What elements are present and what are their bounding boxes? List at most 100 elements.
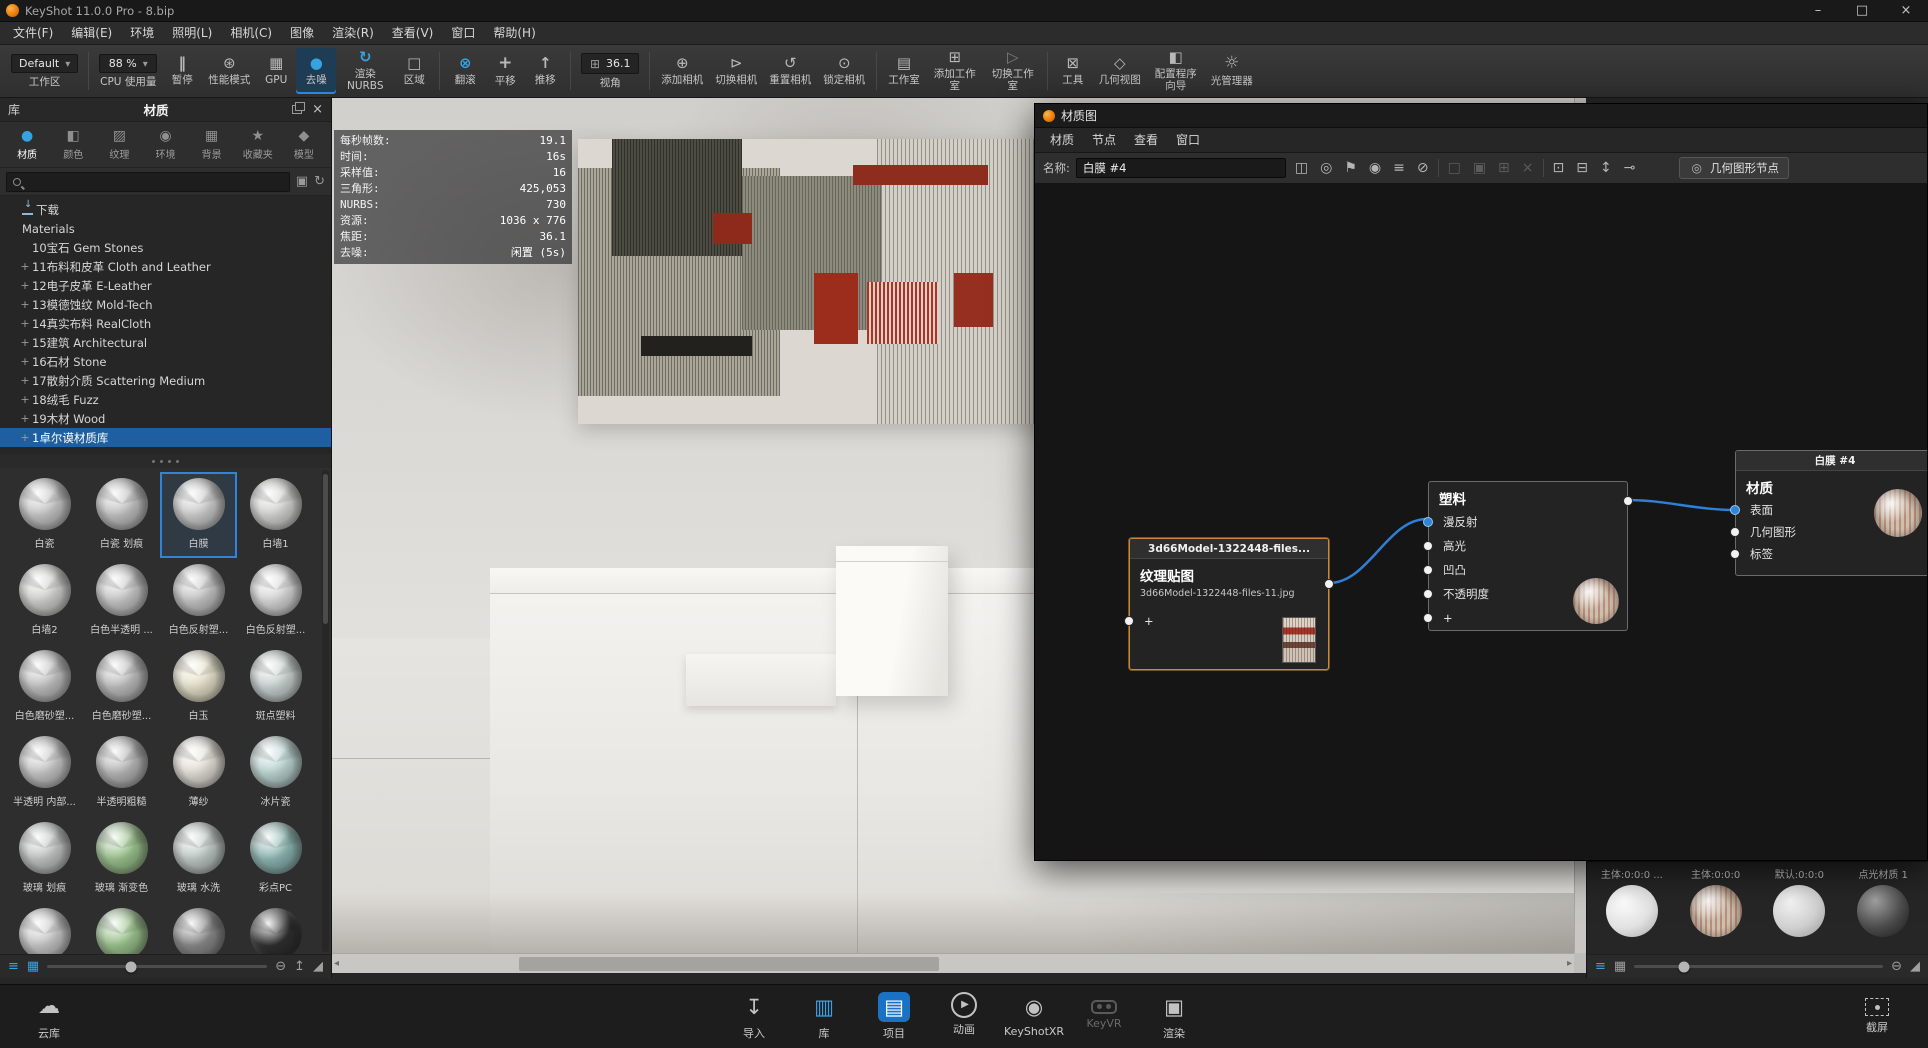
tree-item[interactable]: +14真实布料 RealCloth bbox=[0, 314, 331, 333]
graph-menu-node[interactable]: 节点 bbox=[1083, 128, 1125, 153]
window-titlebar[interactable]: KeyShot 11.0.0 Pro - 8.bip – □ × bbox=[0, 0, 1928, 22]
paste-icon[interactable] bbox=[1470, 160, 1489, 176]
minimize-button[interactable]: – bbox=[1796, 0, 1840, 22]
bin-material[interactable]: 主体:0:0:0 bbox=[1674, 864, 1758, 954]
material-thumb[interactable] bbox=[83, 902, 160, 954]
denoise-button[interactable]: 去噪 bbox=[296, 48, 337, 94]
material-preview-icon[interactable] bbox=[1317, 160, 1335, 176]
studio-button[interactable]: 工作室 bbox=[882, 48, 926, 94]
workspace-selector[interactable]: Default 工作区 bbox=[6, 48, 83, 94]
material-root-node[interactable]: 白膜 #4 材质 表面 几何图形 标签 bbox=[1730, 450, 1927, 576]
material-graph-window[interactable]: 材质图 材质 节点 查看 窗口 名称: 白膜 #4 ◫ ◎ ⚑ ◉ ≡ ⊘ □ … bbox=[1034, 103, 1928, 861]
tree-item[interactable]: +12电子皮革 E-Leather bbox=[0, 276, 331, 295]
tab-textures[interactable]: 纹理 bbox=[96, 125, 142, 164]
dock-cloud-library[interactable]: 云库 bbox=[18, 985, 80, 1041]
tree-item-selected[interactable]: +1卓尔谟材质库 bbox=[0, 428, 331, 447]
lock-camera-button[interactable]: 锁定相机 bbox=[817, 48, 871, 94]
tab-colors[interactable]: 颜色 bbox=[50, 125, 96, 164]
plastic-node[interactable]: 塑料 漫反射 高光 凹凸 不透明度 + bbox=[1423, 481, 1633, 631]
tab-backplates[interactable]: 背景 bbox=[189, 125, 235, 164]
tree-item[interactable]: +13模德蚀纹 Mold-Tech bbox=[0, 295, 331, 314]
bin-material-sphere[interactable] bbox=[1773, 885, 1826, 937]
geometry-view-button[interactable]: 几何视图 bbox=[1093, 48, 1147, 94]
tree-expander[interactable]: + bbox=[18, 260, 32, 273]
flag-icon[interactable] bbox=[1341, 160, 1360, 176]
add-camera-button[interactable]: 添加相机 bbox=[655, 48, 709, 94]
tree-expander[interactable]: + bbox=[18, 317, 32, 330]
dock-screenshot[interactable]: 截屏 bbox=[1846, 985, 1908, 1035]
material-thumb[interactable]: 半透明粗糙 bbox=[83, 730, 160, 816]
material-thumb[interactable]: 白玉 bbox=[160, 644, 237, 730]
maximize-button[interactable]: □ bbox=[1840, 0, 1884, 22]
tab-favorites[interactable]: 收藏夹 bbox=[235, 125, 281, 164]
configurator-wizard-button[interactable]: 配置程序向导 bbox=[1147, 48, 1205, 94]
tree-item[interactable]: +15建筑 Architectural bbox=[0, 333, 331, 352]
bin-size-slider[interactable] bbox=[1634, 961, 1884, 972]
bin-material[interactable]: 默认:0:0:0 bbox=[1758, 864, 1842, 954]
tab-environments[interactable]: 环境 bbox=[142, 125, 188, 164]
tree-expander[interactable]: + bbox=[18, 298, 32, 311]
filter-icon[interactable] bbox=[1390, 160, 1408, 176]
performance-mode-button[interactable]: 性能模式 bbox=[202, 48, 256, 94]
switch-studio-button[interactable]: 切换工作室 bbox=[984, 48, 1042, 94]
tree-item[interactable]: +16石材 Stone bbox=[0, 352, 331, 371]
panel-float-icon[interactable] bbox=[292, 102, 306, 114]
copy-icon[interactable] bbox=[1445, 160, 1464, 176]
expand-icon[interactable] bbox=[1597, 160, 1615, 176]
add-studio-button[interactable]: 添加工作室 bbox=[926, 48, 984, 94]
cpu-usage-selector[interactable]: 88 % CPU 使用量 bbox=[94, 48, 162, 94]
tools-button[interactable]: 工具 bbox=[1053, 48, 1093, 94]
menu-help[interactable]: 帮助(H) bbox=[484, 22, 544, 45]
bin-material[interactable]: 主体:0:0:0 ... bbox=[1590, 864, 1674, 954]
material-thumb[interactable] bbox=[6, 902, 83, 954]
folder-options-icon[interactable] bbox=[296, 174, 308, 189]
slider-knob[interactable] bbox=[1678, 961, 1690, 972]
fov-field[interactable]: 36.1 视角 bbox=[576, 48, 644, 94]
material-thumb[interactable]: 白瓷 bbox=[6, 472, 83, 558]
scroll-right-arrow-icon[interactable] bbox=[1567, 958, 1572, 969]
tumble-button[interactable]: 翻滚 bbox=[445, 48, 485, 94]
material-thumb[interactable]: 白墙1 bbox=[237, 472, 314, 558]
bin-grid-view-icon[interactable] bbox=[1614, 959, 1626, 974]
opacity-port[interactable] bbox=[1423, 589, 1433, 599]
tab-materials[interactable]: 材质 bbox=[4, 125, 50, 164]
pause-button[interactable]: 暂停 bbox=[162, 48, 202, 94]
zoom-icon[interactable] bbox=[275, 959, 286, 974]
tree-expander[interactable]: + bbox=[18, 336, 32, 349]
plastic-output-port[interactable] bbox=[1623, 496, 1633, 506]
material-thumb[interactable]: 白瓷 划痕 bbox=[83, 472, 160, 558]
material-thumb[interactable]: 冰片瓷 bbox=[237, 730, 314, 816]
geometry-port[interactable] bbox=[1730, 527, 1740, 537]
material-thumb[interactable]: 玻璃 水洗 bbox=[160, 816, 237, 902]
bin-material-sphere[interactable] bbox=[1605, 885, 1658, 937]
texture-output-port[interactable] bbox=[1324, 579, 1334, 589]
grid-view-icon[interactable] bbox=[27, 959, 39, 974]
reset-camera-button[interactable]: 重置相机 bbox=[763, 48, 817, 94]
light-manager-button[interactable]: 光管理器 bbox=[1205, 48, 1259, 94]
bin-material[interactable]: 点光材质 1 bbox=[1841, 864, 1925, 954]
tree-item[interactable]: +17散射介质 Scattering Medium bbox=[0, 371, 331, 390]
plastic-input-specular[interactable]: 高光 bbox=[1423, 534, 1627, 558]
save-icon[interactable] bbox=[1292, 160, 1311, 176]
graph-menu-view[interactable]: 查看 bbox=[1125, 128, 1167, 153]
graph-menu-window[interactable]: 窗口 bbox=[1167, 128, 1209, 153]
resize-grip-icon[interactable] bbox=[313, 959, 323, 974]
geometry-node-button[interactable]: 几何图形节点 bbox=[1678, 157, 1789, 179]
material-thumb[interactable]: 白色半透明 ... bbox=[83, 558, 160, 644]
menu-environment[interactable]: 环境 bbox=[121, 22, 163, 45]
viewport-horizontal-scrollbar[interactable] bbox=[332, 953, 1574, 973]
material-thumb[interactable]: 白色反射塑... bbox=[237, 558, 314, 644]
grid-scrollbar-thumb[interactable] bbox=[323, 474, 328, 624]
bin-resize-grip-icon[interactable] bbox=[1910, 959, 1920, 974]
connector-icon[interactable] bbox=[1621, 160, 1639, 176]
lock-icon[interactable] bbox=[1414, 160, 1432, 176]
upload-icon[interactable] bbox=[294, 959, 305, 974]
graph-window-titlebar[interactable]: 材质图 bbox=[1035, 104, 1927, 128]
specular-port[interactable] bbox=[1423, 541, 1433, 551]
graph-menu-material[interactable]: 材质 bbox=[1041, 128, 1083, 153]
tree-item[interactable]: +11布料和皮革 Cloth and Leather bbox=[0, 257, 331, 276]
tree-expander[interactable]: + bbox=[18, 431, 32, 444]
tab-models[interactable]: 模型 bbox=[281, 125, 327, 164]
gpu-button[interactable]: GPU bbox=[256, 48, 296, 94]
pan-button[interactable]: 平移 bbox=[485, 48, 525, 94]
